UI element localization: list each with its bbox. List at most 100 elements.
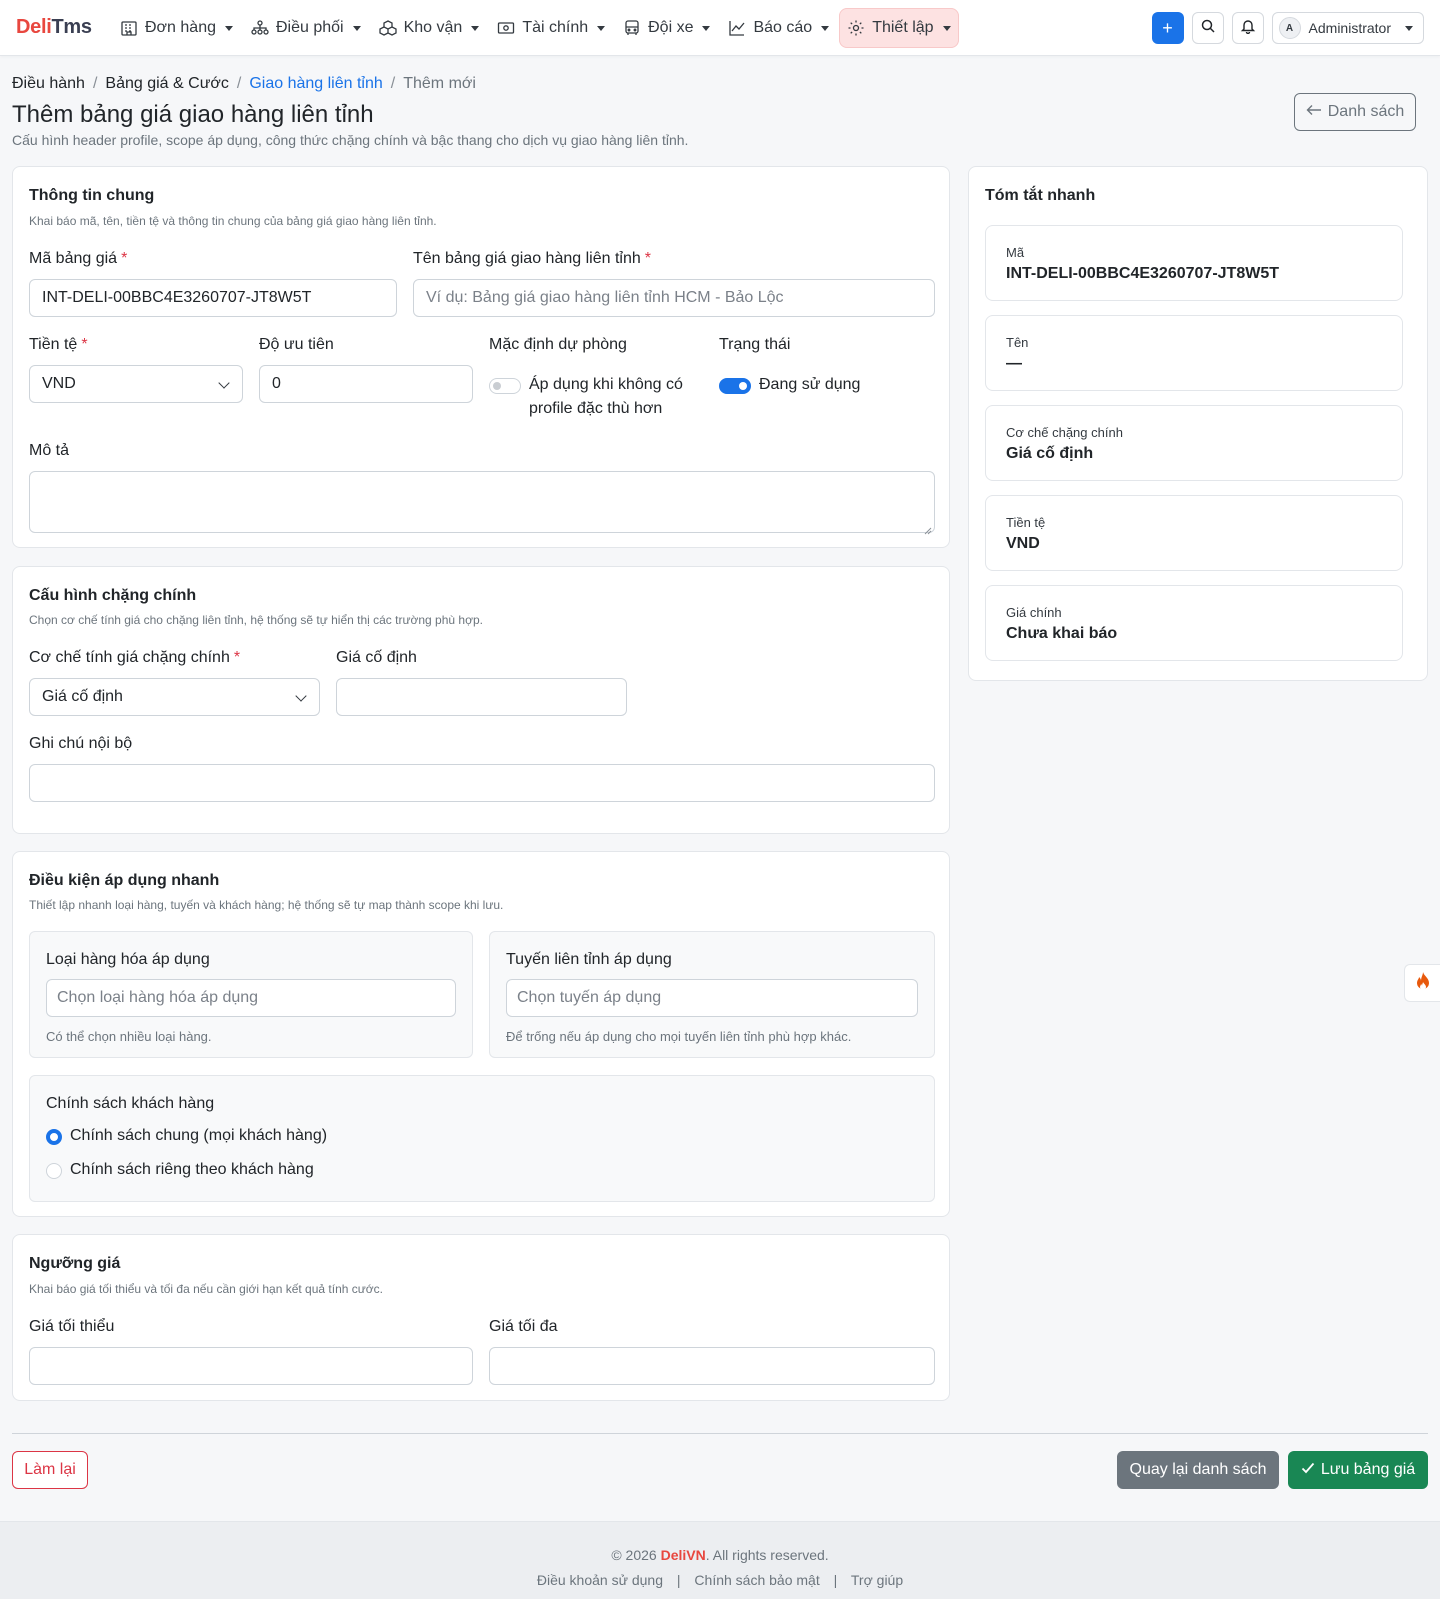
- bell-icon: [1240, 18, 1256, 39]
- save-button[interactable]: Lưu bảng giá: [1288, 1451, 1428, 1489]
- mechanism-value: Giá cố định: [42, 688, 123, 705]
- fixed-price-input[interactable]: [336, 678, 627, 716]
- privacy-link[interactable]: Chính sách bảo mật: [694, 1572, 819, 1588]
- summary-item: Tiền tệ VND: [985, 495, 1403, 571]
- back-to-list-label: Danh sách: [1327, 103, 1405, 120]
- policy-specific-label[interactable]: Chính sách riêng theo khách hàng: [70, 1161, 314, 1179]
- breadcrumb-item[interactable]: Điều hành: [12, 75, 85, 93]
- summary-value: Chưa khai báo: [1006, 625, 1118, 642]
- policy-specific-radio[interactable]: [46, 1163, 62, 1179]
- brand-logo[interactable]: DeliTms: [16, 16, 92, 39]
- summary-label: Cơ chế chặng chính: [1006, 425, 1123, 440]
- route-select[interactable]: Chọn tuyến áp dụng: [506, 979, 918, 1017]
- min-price-input[interactable]: [29, 1347, 473, 1385]
- code-label: Mã bảng giá *: [29, 250, 128, 267]
- menu-dispatch[interactable]: Điều phối: [243, 8, 369, 48]
- segment-config-card: Cấu hình chặng chính Chọn cơ chế tính gi…: [12, 566, 950, 834]
- user-menu-button[interactable]: A Administrator: [1271, 12, 1424, 44]
- summary-value: Giá cố định: [1006, 445, 1094, 462]
- main-menu: Đơn hàng Điều phối Kho vận Tài chính Đội…: [112, 8, 961, 48]
- bus-icon: [623, 19, 641, 37]
- required-mark: *: [644, 250, 651, 267]
- policy-general-label[interactable]: Chính sách chung (mọi khách hàng): [70, 1127, 327, 1145]
- menu-fleet[interactable]: Đội xe: [615, 8, 718, 48]
- chevron-down-icon: [942, 25, 951, 31]
- priority-input[interactable]: 0: [259, 365, 473, 403]
- breadcrumb-item[interactable]: Bảng giá & Cước: [105, 75, 228, 93]
- reset-button[interactable]: Làm lại: [12, 1451, 88, 1489]
- boxes-icon: [378, 19, 397, 37]
- menu-warehouse[interactable]: Kho vận: [371, 8, 488, 48]
- menu-orders[interactable]: Đơn hàng: [112, 8, 241, 48]
- nav-actions: + A Administrator: [1151, 12, 1424, 44]
- terms-link[interactable]: Điều khoản sử dụng: [537, 1572, 663, 1588]
- footer-brand: DeliVN: [660, 1547, 706, 1563]
- name-label: Tên bảng giá giao hàng liên tỉnh *: [413, 250, 651, 267]
- menu-warehouse-label: Kho vận: [403, 19, 463, 36]
- goods-help: Có thể chọn nhiều loại hàng.: [46, 1029, 212, 1044]
- goods-label: Loại hàng hóa áp dụng: [46, 951, 210, 968]
- save-label: Lưu bảng giá: [1320, 1461, 1416, 1478]
- fallback-toggle[interactable]: [489, 378, 521, 394]
- site-footer: © 2026 DeliVN. All rights reserved. Điều…: [0, 1521, 1440, 1599]
- menu-settings-label: Thiết lập: [872, 19, 934, 36]
- menu-reports[interactable]: Báo cáo: [720, 8, 837, 48]
- status-toggle[interactable]: [719, 378, 751, 394]
- summary-label: Giá chính: [1006, 605, 1062, 620]
- code-input[interactable]: INT-DELI-00BBC4E3260707-JT8W5T: [29, 279, 397, 317]
- notifications-button[interactable]: [1231, 12, 1264, 44]
- price-threshold-card: Ngưỡng giá Khai báo giá tối thiểu và tối…: [12, 1234, 950, 1401]
- fallback-text: Áp dụng khi không có profile đặc thù hơn: [529, 376, 683, 417]
- menu-finance[interactable]: Tài chính: [489, 8, 613, 48]
- actions-divider: [12, 1433, 1428, 1434]
- gear-icon: [847, 19, 865, 37]
- mechanism-select[interactable]: Giá cố định: [29, 678, 320, 716]
- menu-dispatch-label: Điều phối: [275, 19, 344, 36]
- menu-finance-label: Tài chính: [522, 19, 589, 36]
- help-link[interactable]: Trợ giúp: [851, 1572, 903, 1588]
- menu-fleet-label: Đội xe: [648, 19, 694, 36]
- general-info-title: Thông tin chung: [29, 187, 155, 204]
- top-navbar: DeliTms Đơn hàng Điều phối Kho vận Tài c…: [0, 0, 1440, 56]
- breadcrumb-separator: /: [236, 75, 242, 92]
- toggle-knob: [493, 382, 501, 390]
- menu-settings[interactable]: Thiết lập: [839, 8, 959, 48]
- status-label: Trạng thái: [719, 336, 791, 353]
- priority-label: Độ ưu tiên: [259, 336, 334, 353]
- chevron-down-icon: [821, 25, 830, 31]
- policy-general-radio[interactable]: [46, 1129, 62, 1145]
- plus-icon: +: [1162, 17, 1173, 38]
- max-price-label: Giá tối đa: [489, 1318, 558, 1335]
- currency-select[interactable]: VND: [29, 365, 243, 403]
- general-info-desc: Khai báo mã, tên, tiền tệ và thông tin c…: [29, 214, 437, 228]
- internal-note-label: Ghi chú nội bộ: [29, 735, 133, 752]
- name-input[interactable]: Ví dụ: Bảng giá giao hàng liên tỉnh HCM …: [413, 279, 935, 317]
- chevron-down-icon: [471, 25, 480, 31]
- quick-add-button[interactable]: +: [1151, 12, 1184, 44]
- price-threshold-desc: Khai báo giá tối thiểu và tối đa nếu cần…: [29, 1282, 383, 1296]
- resize-grip-icon[interactable]: [924, 522, 932, 535]
- chevron-down-icon: [702, 25, 711, 31]
- max-price-input[interactable]: [489, 1347, 935, 1385]
- required-mark: *: [121, 250, 128, 267]
- customer-policy-panel: Chính sách khách hàng Chính sách chung (…: [29, 1075, 935, 1202]
- search-button[interactable]: [1191, 12, 1224, 44]
- fallback-label: Mặc định dự phòng: [489, 336, 627, 353]
- summary-value: VND: [1006, 535, 1040, 552]
- mechanism-label: Cơ chế tính giá chặng chính *: [29, 649, 241, 666]
- goods-panel: Loại hàng hóa áp dụng Chọn loại hàng hóa…: [29, 931, 473, 1058]
- chevron-down-icon: [224, 25, 233, 31]
- menu-reports-label: Báo cáo: [753, 19, 813, 36]
- footer-link-separator: |: [676, 1572, 681, 1588]
- back-to-list-button[interactable]: Danh sách: [1294, 93, 1416, 131]
- goods-select[interactable]: Chọn loại hàng hóa áp dụng: [46, 979, 456, 1017]
- side-floating-button[interactable]: [1404, 964, 1440, 1002]
- description-textarea[interactable]: [29, 471, 935, 535]
- back-to-list-secondary-button[interactable]: Quay lại danh sách: [1117, 1451, 1279, 1489]
- internal-note-input[interactable]: [29, 764, 935, 802]
- breadcrumb-separator: /: [390, 75, 396, 92]
- summary-value: INT-DELI-00BBC4E3260707-JT8W5T: [1006, 265, 1279, 282]
- route-help: Để trống nếu áp dụng cho mọi tuyến liên …: [506, 1029, 852, 1044]
- fixed-price-label: Giá cố định: [336, 649, 417, 666]
- breadcrumb-item[interactable]: Giao hàng liên tỉnh: [249, 75, 382, 93]
